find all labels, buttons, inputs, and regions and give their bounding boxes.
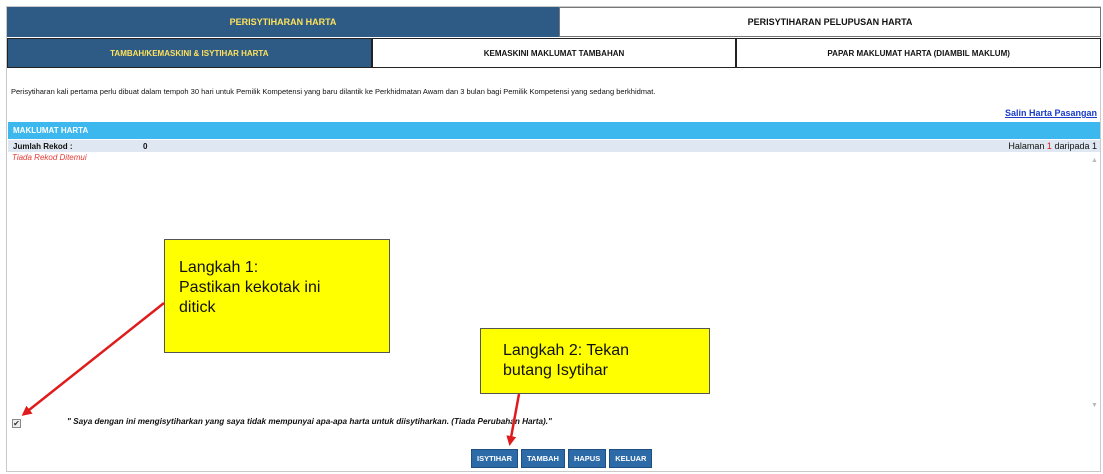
tab-papar-maklumat-harta[interactable]: PAPAR MAKLUMAT HARTA (DIAMBIL MAKLUM) <box>736 38 1102 68</box>
empty-message: Tiada Rekod Ditemui <box>12 153 87 162</box>
tab-perisytiharan-pelupusan-harta[interactable]: PERISYTIHARAN PELUPUSAN HARTA <box>559 7 1101 37</box>
callout-step-1: Langkah 1: Pastikan kekotak ini ditick <box>164 239 390 353</box>
declaration-row: ✔ " Saya dengan ini mengisytiharkan yang… <box>12 416 552 430</box>
main-tab-bar: PERISYTIHARAN HARTA PERISYTIHARAN PELUPU… <box>7 7 1101 37</box>
scroll-down-icon[interactable]: ▼ <box>1091 402 1098 409</box>
delete-button[interactable]: HAPUS <box>567 449 607 468</box>
sub-tab-bar: TAMBAH/KEMASKINI & ISYTIHAR HARTA KEMASK… <box>7 38 1102 68</box>
pager-current: 1 <box>1046 141 1052 151</box>
add-button[interactable]: TAMBAH <box>521 449 565 468</box>
section-header: MAKLUMAT HARTA <box>8 122 1100 139</box>
record-count-row: Jumlah Rekod : 0 Halaman 1 daripada 1 <box>8 140 1100 152</box>
callout-step-1-line1: Langkah 1: <box>179 259 259 276</box>
action-button-bar: ISYTIHAR TAMBAH HAPUS KELUAR <box>471 449 653 468</box>
record-count-value: 0 <box>143 141 148 151</box>
pager-prefix: Halaman <box>1008 141 1045 151</box>
check-icon: ✔ <box>13 418 20 428</box>
exit-button[interactable]: KELUAR <box>609 449 653 468</box>
callout-step-2-line2: butang Isytihar <box>503 362 608 379</box>
record-count-label: Jumlah Rekod : <box>13 141 73 151</box>
section-title: MAKLUMAT HARTA <box>13 126 89 135</box>
tab-tambah-kemaskini-isytihar[interactable]: TAMBAH/KEMASKINI & ISYTIHAR HARTA <box>7 38 372 68</box>
callout-step-1-line3: ditick <box>179 299 216 316</box>
copy-spouse-assets-link[interactable]: Salin Harta Pasangan <box>1005 108 1097 118</box>
scroll-up-icon[interactable]: ▲ <box>1091 157 1098 164</box>
declaration-text: " Saya dengan ini mengisytiharkan yang s… <box>67 417 552 426</box>
notice-text: Perisytiharan kali pertama perlu dibuat … <box>11 87 656 96</box>
callout-step-2-line1: Langkah 2: Tekan <box>503 342 630 359</box>
tab-perisytiharan-harta[interactable]: PERISYTIHARAN HARTA <box>7 7 559 37</box>
declaration-checkbox[interactable]: ✔ <box>12 418 21 428</box>
pager: Halaman 1 daripada 1 <box>1008 140 1097 152</box>
pager-separator: daripada <box>1054 141 1090 151</box>
pager-total: 1 <box>1091 141 1097 151</box>
list-scrollbar[interactable]: ▲ ▼ <box>1089 155 1099 409</box>
callout-step-1-line2: Pastikan kekotak ini <box>179 279 321 296</box>
declare-button[interactable]: ISYTIHAR <box>471 449 519 468</box>
callout-step-2: Langkah 2: Tekan butang Isytihar <box>480 328 710 394</box>
tab-kemaskini-maklumat-tambahan[interactable]: KEMASKINI MAKLUMAT TAMBAHAN <box>371 38 737 68</box>
